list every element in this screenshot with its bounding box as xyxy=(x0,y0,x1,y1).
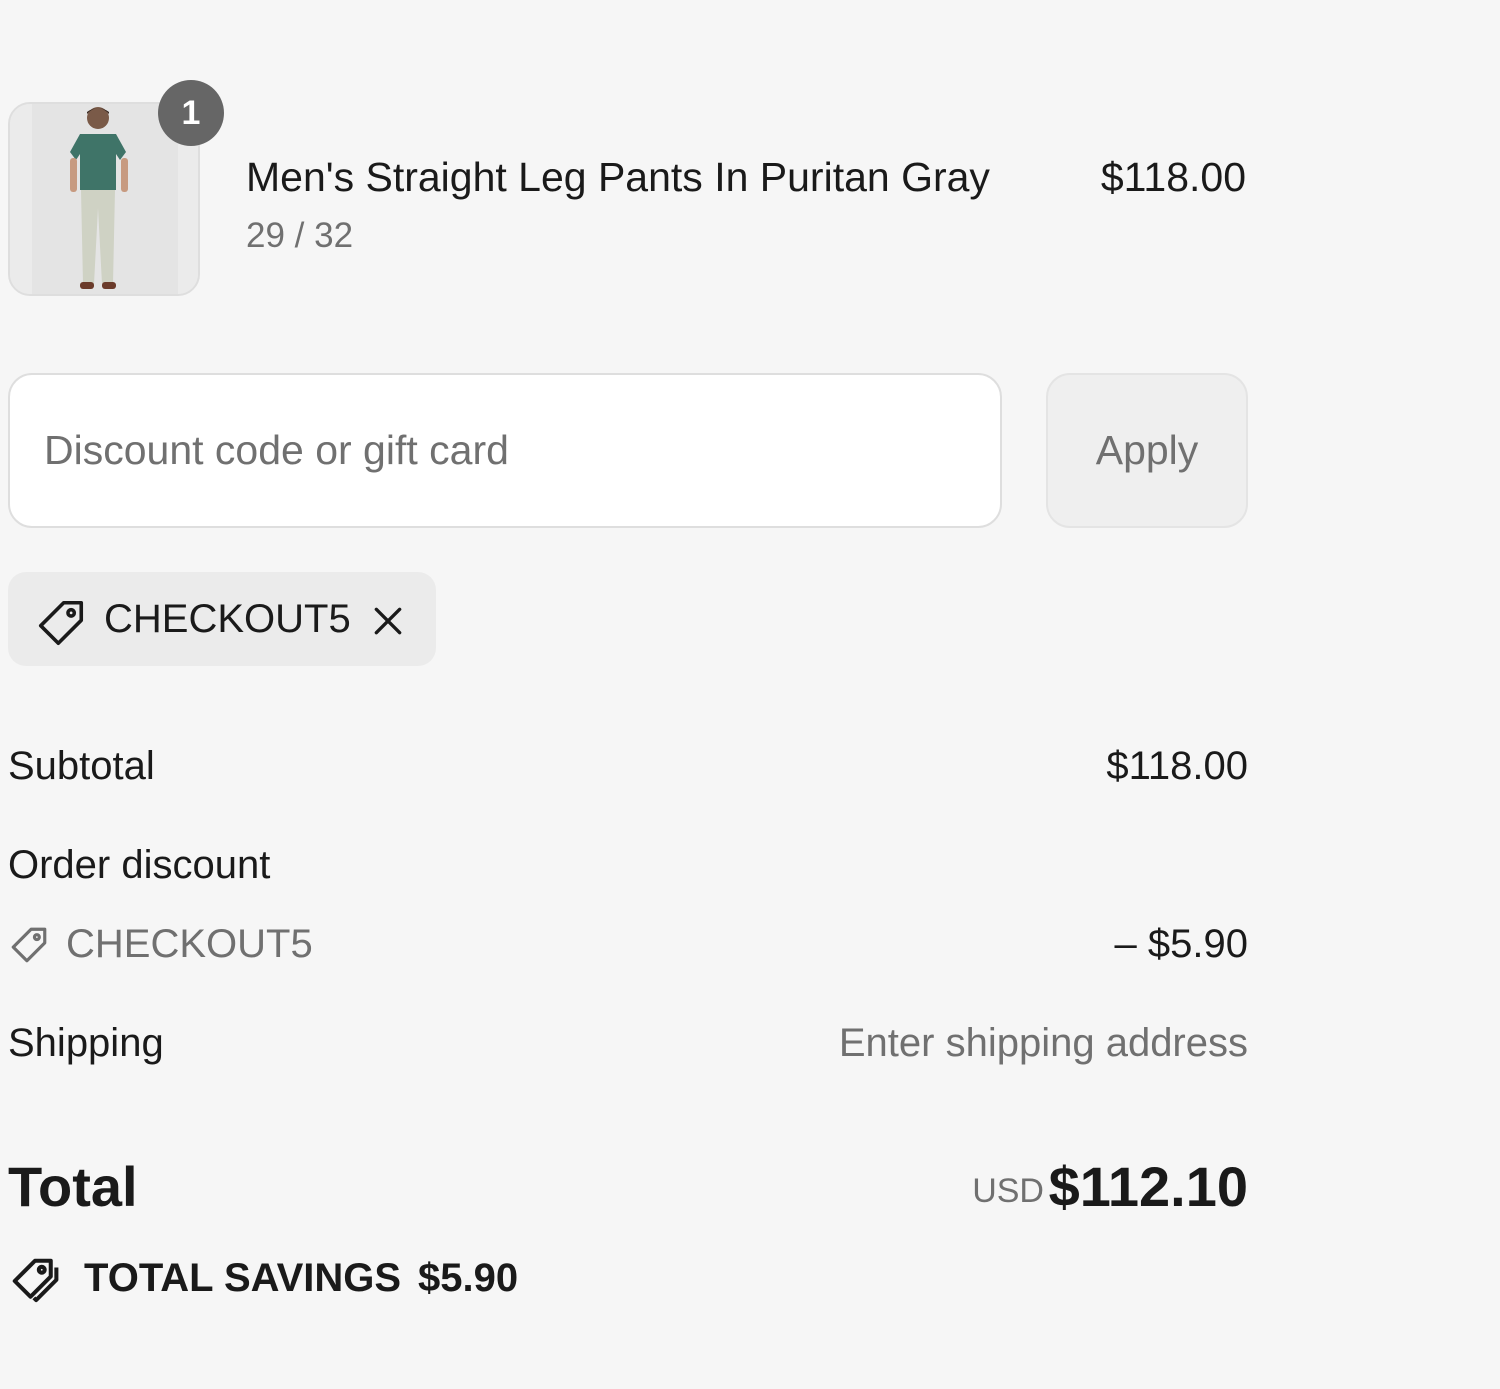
subtotal-label: Subtotal xyxy=(8,744,155,788)
total-savings-value: $5.90 xyxy=(418,1256,519,1300)
close-icon xyxy=(374,607,402,635)
currency-code: USD xyxy=(972,1172,1044,1210)
product-variant: 29 / 32 xyxy=(246,216,354,255)
remove-code-button[interactable] xyxy=(364,597,412,645)
product-title: Men's Straight Leg Pants In Puritan Gray xyxy=(246,154,990,200)
tag-icon xyxy=(34,596,88,650)
discount-code-input[interactable] xyxy=(8,373,1002,528)
savings-tags-icon xyxy=(8,1254,62,1308)
total-savings-label: TOTAL SAVINGS xyxy=(84,1256,402,1300)
subtotal-value: $118.00 xyxy=(1106,744,1248,788)
order-discount-label: Order discount xyxy=(8,843,271,887)
apply-button[interactable]: Apply xyxy=(1046,373,1248,528)
order-discount-code: CHECKOUT5 xyxy=(66,922,313,966)
total-value: $112.10 xyxy=(1048,1155,1248,1218)
shipping-label: Shipping xyxy=(8,1021,164,1065)
product-price: $118.00 xyxy=(1100,154,1246,200)
applied-code-label: CHECKOUT5 xyxy=(104,597,351,641)
shipping-value: Enter shipping address xyxy=(838,1021,1248,1065)
tag-icon xyxy=(8,924,50,966)
quantity-badge: 1 xyxy=(158,80,224,146)
total-label: Total xyxy=(8,1155,138,1218)
order-discount-value: – $5.90 xyxy=(1114,922,1248,966)
